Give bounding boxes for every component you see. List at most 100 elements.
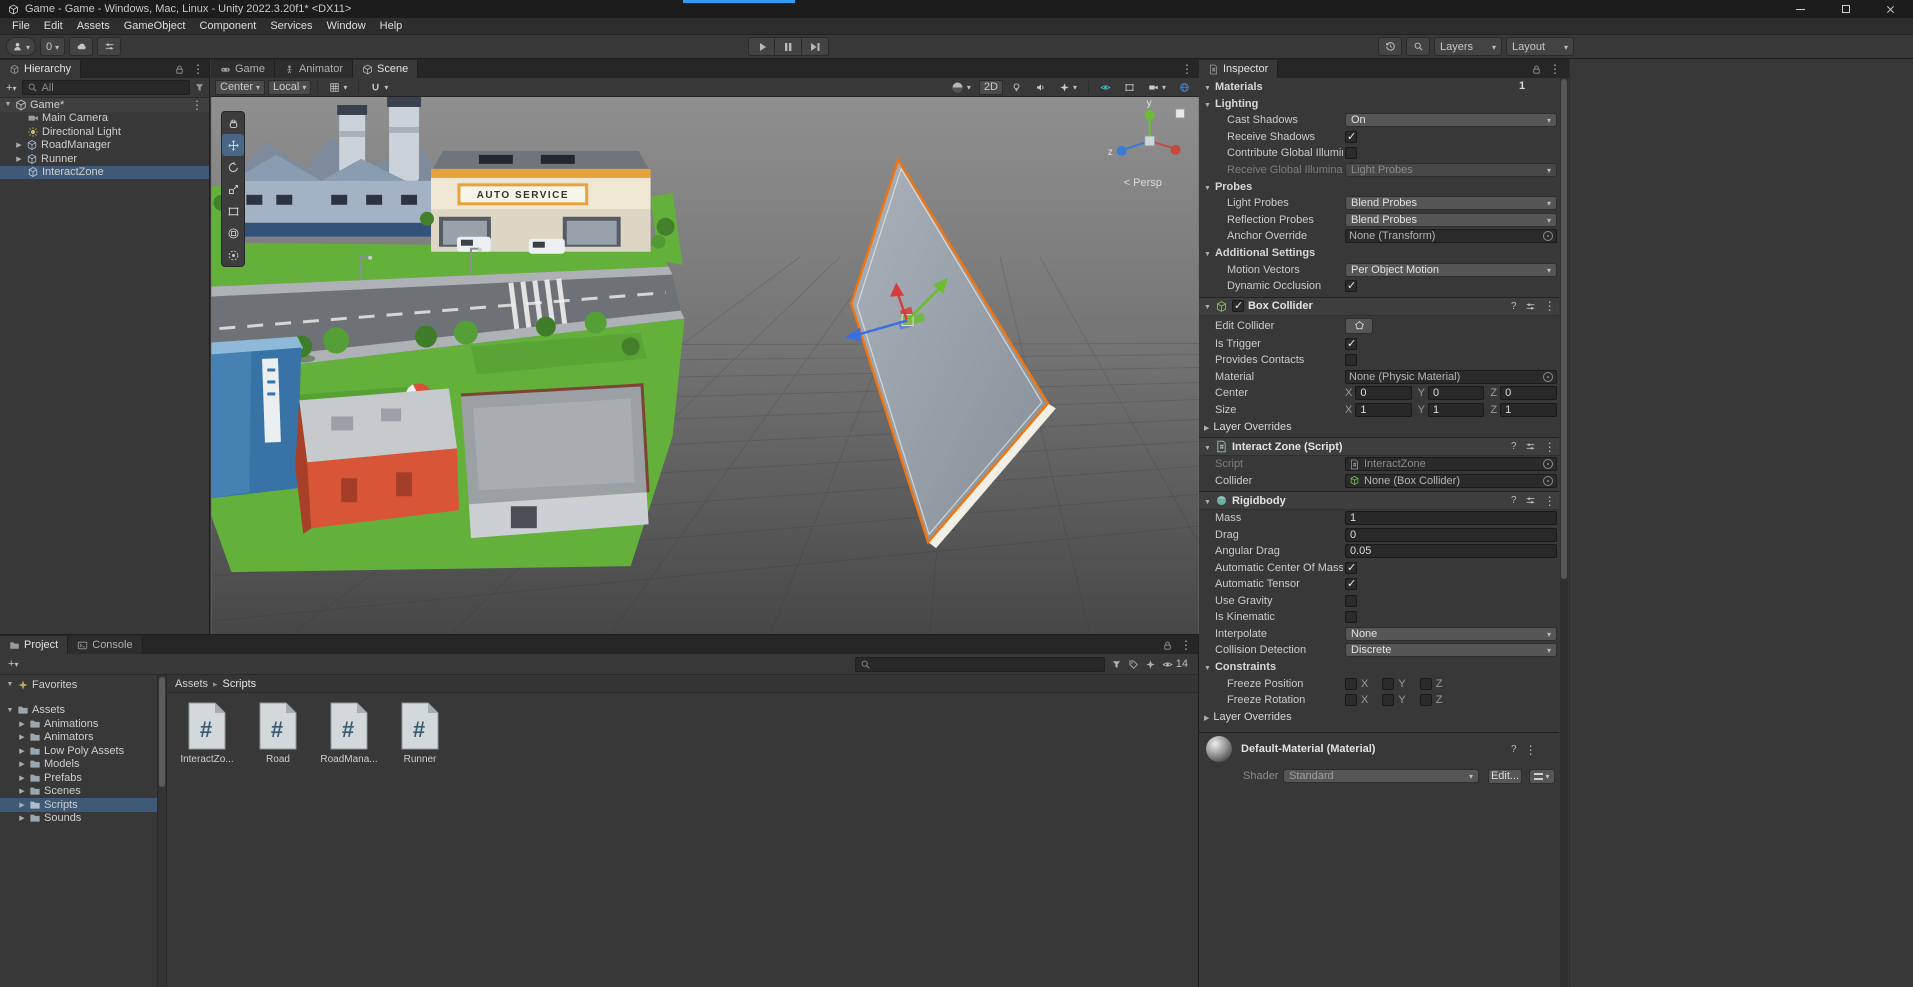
menu-window[interactable]: Window (320, 20, 373, 32)
size-y-field[interactable]: 1 (1428, 402, 1485, 417)
kebab-menu-icon[interactable] (1544, 299, 1556, 313)
anchor-override-field[interactable]: None (Transform) (1345, 229, 1557, 243)
project-search-input[interactable] (854, 656, 1105, 672)
folder-assets-root[interactable]: Assets (0, 704, 157, 718)
drag-field[interactable]: 0 (1345, 527, 1557, 542)
menu-gameobject[interactable]: GameObject (117, 20, 193, 32)
asset-interactzone-script[interactable]: # InteractZo... (179, 701, 235, 765)
freeze-position-y-checkbox[interactable] (1382, 677, 1395, 690)
lock-icon[interactable] (174, 64, 185, 75)
help-icon[interactable]: ? (1511, 441, 1517, 452)
foldout-arrow-icon[interactable] (2, 101, 14, 108)
tab-game[interactable]: Game (211, 60, 275, 78)
material-footer-header[interactable]: Default-Material (Material) ? (1199, 731, 1559, 766)
size-x-field[interactable]: 1 (1355, 402, 1412, 417)
is-trigger-checkbox[interactable] (1345, 337, 1357, 350)
scene-header-row[interactable]: Game* (0, 98, 209, 112)
step-button[interactable] (802, 37, 829, 56)
component-enable-checkbox[interactable] (1231, 299, 1244, 312)
create-asset-button[interactable]: + (6, 658, 20, 670)
folder-scenes[interactable]: Scenes (0, 785, 157, 799)
object-picker-icon[interactable] (1543, 231, 1553, 241)
foldout-arrow-icon[interactable] (4, 681, 16, 688)
snap-toggle-button[interactable] (365, 80, 393, 95)
kebab-menu-icon[interactable] (1525, 743, 1537, 757)
cast-shadows-dropdown[interactable]: On (1345, 113, 1557, 127)
services-button[interactable] (97, 37, 122, 56)
shader-dropdown[interactable]: Standard (1283, 768, 1479, 783)
kebab-menu-icon[interactable] (1181, 62, 1193, 76)
additional-settings-foldout[interactable]: Additional Settings (1199, 245, 1559, 262)
freeze-rotation-z-checkbox[interactable] (1419, 694, 1432, 706)
material-menu-button[interactable] (1529, 768, 1555, 784)
scrollbar-thumb[interactable] (1561, 79, 1567, 579)
tab-scene[interactable]: Scene (353, 60, 419, 78)
tab-console[interactable]: Console (68, 636, 143, 654)
tab-animator[interactable]: Animator (274, 60, 353, 78)
asset-road-script[interactable]: # Road (250, 701, 306, 765)
hierarchy-item-directional-light[interactable]: Directional Light (0, 125, 209, 139)
component-filter-button[interactable] (1119, 80, 1140, 95)
foldout-arrow-icon[interactable] (16, 787, 28, 795)
search-filter-icon[interactable] (194, 82, 205, 93)
rigidbody-layer-overrides-foldout[interactable]: Layer Overrides (1199, 709, 1559, 726)
collider-ref-field[interactable]: None (Box Collider) (1345, 473, 1557, 488)
hierarchy-item-roadmanager[interactable]: RoadManager (0, 139, 209, 153)
move-tool[interactable] (222, 134, 244, 156)
kebab-menu-icon[interactable] (192, 62, 204, 76)
menu-file[interactable]: File (5, 20, 37, 32)
close-button[interactable] (1868, 0, 1913, 18)
transform-tool[interactable] (222, 222, 244, 244)
materials-foldout[interactable]: Materials 1 (1199, 78, 1559, 95)
filter-by-type-icon[interactable] (1111, 659, 1122, 670)
perspective-label[interactable]: < Persp (1124, 177, 1162, 189)
help-icon[interactable]: ? (1511, 301, 1517, 312)
favorites-star-icon[interactable] (1145, 659, 1156, 670)
foldout-arrow-icon[interactable] (4, 707, 16, 714)
hidden-packages-toggle[interactable]: 14 (1162, 658, 1192, 670)
box-collider-header[interactable]: Box Collider ? (1199, 296, 1559, 316)
tool-handle-pivot-dropdown[interactable]: Center (215, 79, 266, 95)
version-control-button[interactable]: 0 (40, 37, 66, 56)
folder-animations[interactable]: Animations (0, 717, 157, 731)
search-button[interactable] (1406, 37, 1430, 56)
menu-services[interactable]: Services (263, 20, 319, 32)
shader-edit-button[interactable]: Edit... (1488, 768, 1522, 784)
kebab-menu-icon[interactable] (1549, 62, 1561, 76)
filter-by-label-icon[interactable] (1128, 659, 1139, 670)
auto-tensor-checkbox[interactable] (1345, 577, 1357, 590)
undo-history-button[interactable] (1378, 37, 1402, 56)
interpolate-dropdown[interactable]: None (1345, 626, 1557, 641)
is-kinematic-checkbox[interactable] (1345, 611, 1357, 623)
create-button[interactable]: + (4, 82, 18, 94)
menu-assets[interactable]: Assets (70, 20, 117, 32)
folder-prefabs[interactable]: Prefabs (0, 771, 157, 785)
auto-center-of-mass-checkbox[interactable] (1345, 561, 1357, 574)
camera-settings-dropdown[interactable] (1143, 80, 1171, 95)
freeze-position-x-checkbox[interactable] (1345, 677, 1357, 690)
scrollbar-thumb[interactable] (159, 677, 165, 787)
center-x-field[interactable]: 0 (1355, 386, 1412, 400)
foldout-arrow-icon[interactable] (16, 747, 28, 755)
hierarchy-item-main-camera[interactable]: Main Camera (0, 112, 209, 126)
hierarchy-item-interactzone[interactable]: InteractZone (0, 165, 209, 179)
center-y-field[interactable]: 0 (1428, 386, 1485, 400)
constraints-foldout[interactable]: Constraints (1199, 659, 1559, 676)
lock-icon[interactable] (1531, 64, 1542, 75)
tool-handle-rotation-dropdown[interactable]: Local (268, 79, 312, 95)
scene-viewport[interactable]: AUTO SERVICE y z < Persp (211, 97, 1199, 634)
favorites-foldout[interactable]: Favorites (0, 678, 157, 692)
grid-visibility-button[interactable] (324, 80, 352, 95)
hierarchy-item-runner[interactable]: Runner (0, 152, 209, 166)
folder-sounds[interactable]: Sounds (0, 812, 157, 826)
mass-field[interactable]: 1 (1345, 511, 1557, 525)
dynamic-occlusion-checkbox[interactable] (1345, 279, 1357, 292)
restore-button[interactable] (1823, 0, 1868, 18)
reflection-probes-dropdown[interactable]: Blend Probes (1345, 212, 1557, 227)
kebab-menu-icon[interactable] (191, 98, 203, 112)
foldout-arrow-icon[interactable] (16, 733, 28, 741)
interact-zone-header[interactable]: Interact Zone (Script) ? (1199, 437, 1559, 456)
light-probes-dropdown[interactable]: Blend Probes (1345, 196, 1557, 210)
tab-inspector[interactable]: Inspector (1199, 60, 1279, 78)
angular-drag-field[interactable]: 0.05 (1345, 544, 1557, 558)
